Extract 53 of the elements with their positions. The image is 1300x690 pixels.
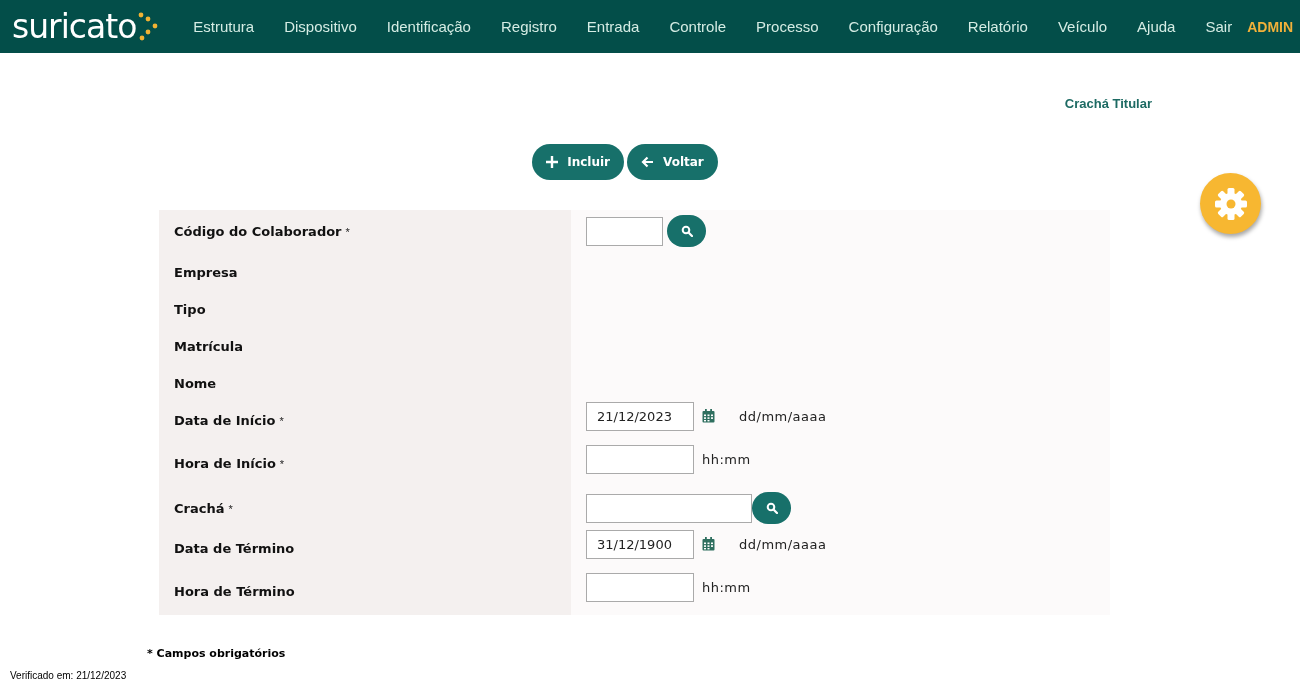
input-field[interactable] — [586, 493, 752, 523]
field-label: Código do Colaborador — [174, 224, 342, 239]
field-label: Data de Término — [174, 541, 295, 556]
verified-date: Verificado em: 21/12/2023 — [10, 670, 127, 681]
input-field[interactable]: 31/12/1900 — [586, 529, 694, 559]
format-hint: hh:mm — [702, 579, 751, 595]
logo-text: suricato — [12, 10, 137, 43]
add-button[interactable]: Incluir — [532, 144, 625, 180]
search-button[interactable] — [752, 492, 791, 524]
plus-icon — [546, 156, 559, 168]
field-label: Hora de Término — [174, 584, 295, 599]
search-button[interactable] — [667, 215, 706, 247]
menu-item[interactable]: Dispositivo — [269, 18, 372, 35]
menu-item[interactable]: Ajuda — [1122, 18, 1191, 35]
menu-item[interactable]: Registro — [485, 18, 572, 35]
field-label: Empresa — [174, 265, 238, 280]
search-icon — [680, 225, 693, 237]
settings-button[interactable] — [1200, 173, 1261, 234]
menu-item[interactable]: Relatório — [952, 18, 1043, 35]
field-label: Hora de Início — [174, 456, 276, 471]
calendar-icon[interactable] — [702, 409, 715, 423]
input-field[interactable] — [586, 572, 694, 602]
menu-item[interactable]: Sair — [1190, 18, 1248, 35]
menu-item[interactable]: Entrada — [571, 18, 655, 35]
required-mark: * — [345, 226, 350, 238]
search-icon — [765, 502, 778, 514]
format-hint: dd/mm/aaaa — [739, 408, 827, 424]
left-arrow-icon — [641, 156, 655, 168]
field-label: Nome — [174, 376, 217, 391]
menu-item[interactable]: Identificação — [371, 18, 486, 35]
input-field[interactable] — [586, 444, 694, 474]
menu-item[interactable]: Configuração — [833, 18, 953, 35]
input-field[interactable] — [586, 216, 663, 246]
calendar-icon[interactable] — [702, 537, 715, 551]
settings-icon — [1212, 185, 1249, 222]
field-label: Crachá — [174, 501, 225, 516]
user-name[interactable]: ADMIN — [1247, 18, 1294, 35]
menu-item[interactable]: Veículo — [1042, 18, 1123, 35]
format-hint: hh:mm — [702, 451, 751, 467]
back-button[interactable]: Voltar — [627, 144, 718, 180]
menu-item[interactable]: Estrutura — [178, 18, 270, 35]
required-mark: * — [279, 458, 285, 470]
field-label: Matrícula — [174, 339, 243, 354]
format-hint: dd/mm/aaaa — [739, 536, 827, 552]
input-field[interactable]: 21/12/2023 — [586, 401, 694, 431]
menu-item[interactable]: Controle — [654, 18, 742, 35]
menu-item[interactable]: Processo — [741, 18, 834, 35]
page-title: Crachá Titular — [1064, 96, 1152, 111]
required-mark: * — [279, 415, 284, 427]
field-label: Tipo — [174, 302, 206, 317]
required-fields-note: * Campos obrigatórios — [147, 647, 286, 660]
required-mark: * — [228, 503, 233, 515]
field-label: Data de Início — [174, 413, 276, 428]
